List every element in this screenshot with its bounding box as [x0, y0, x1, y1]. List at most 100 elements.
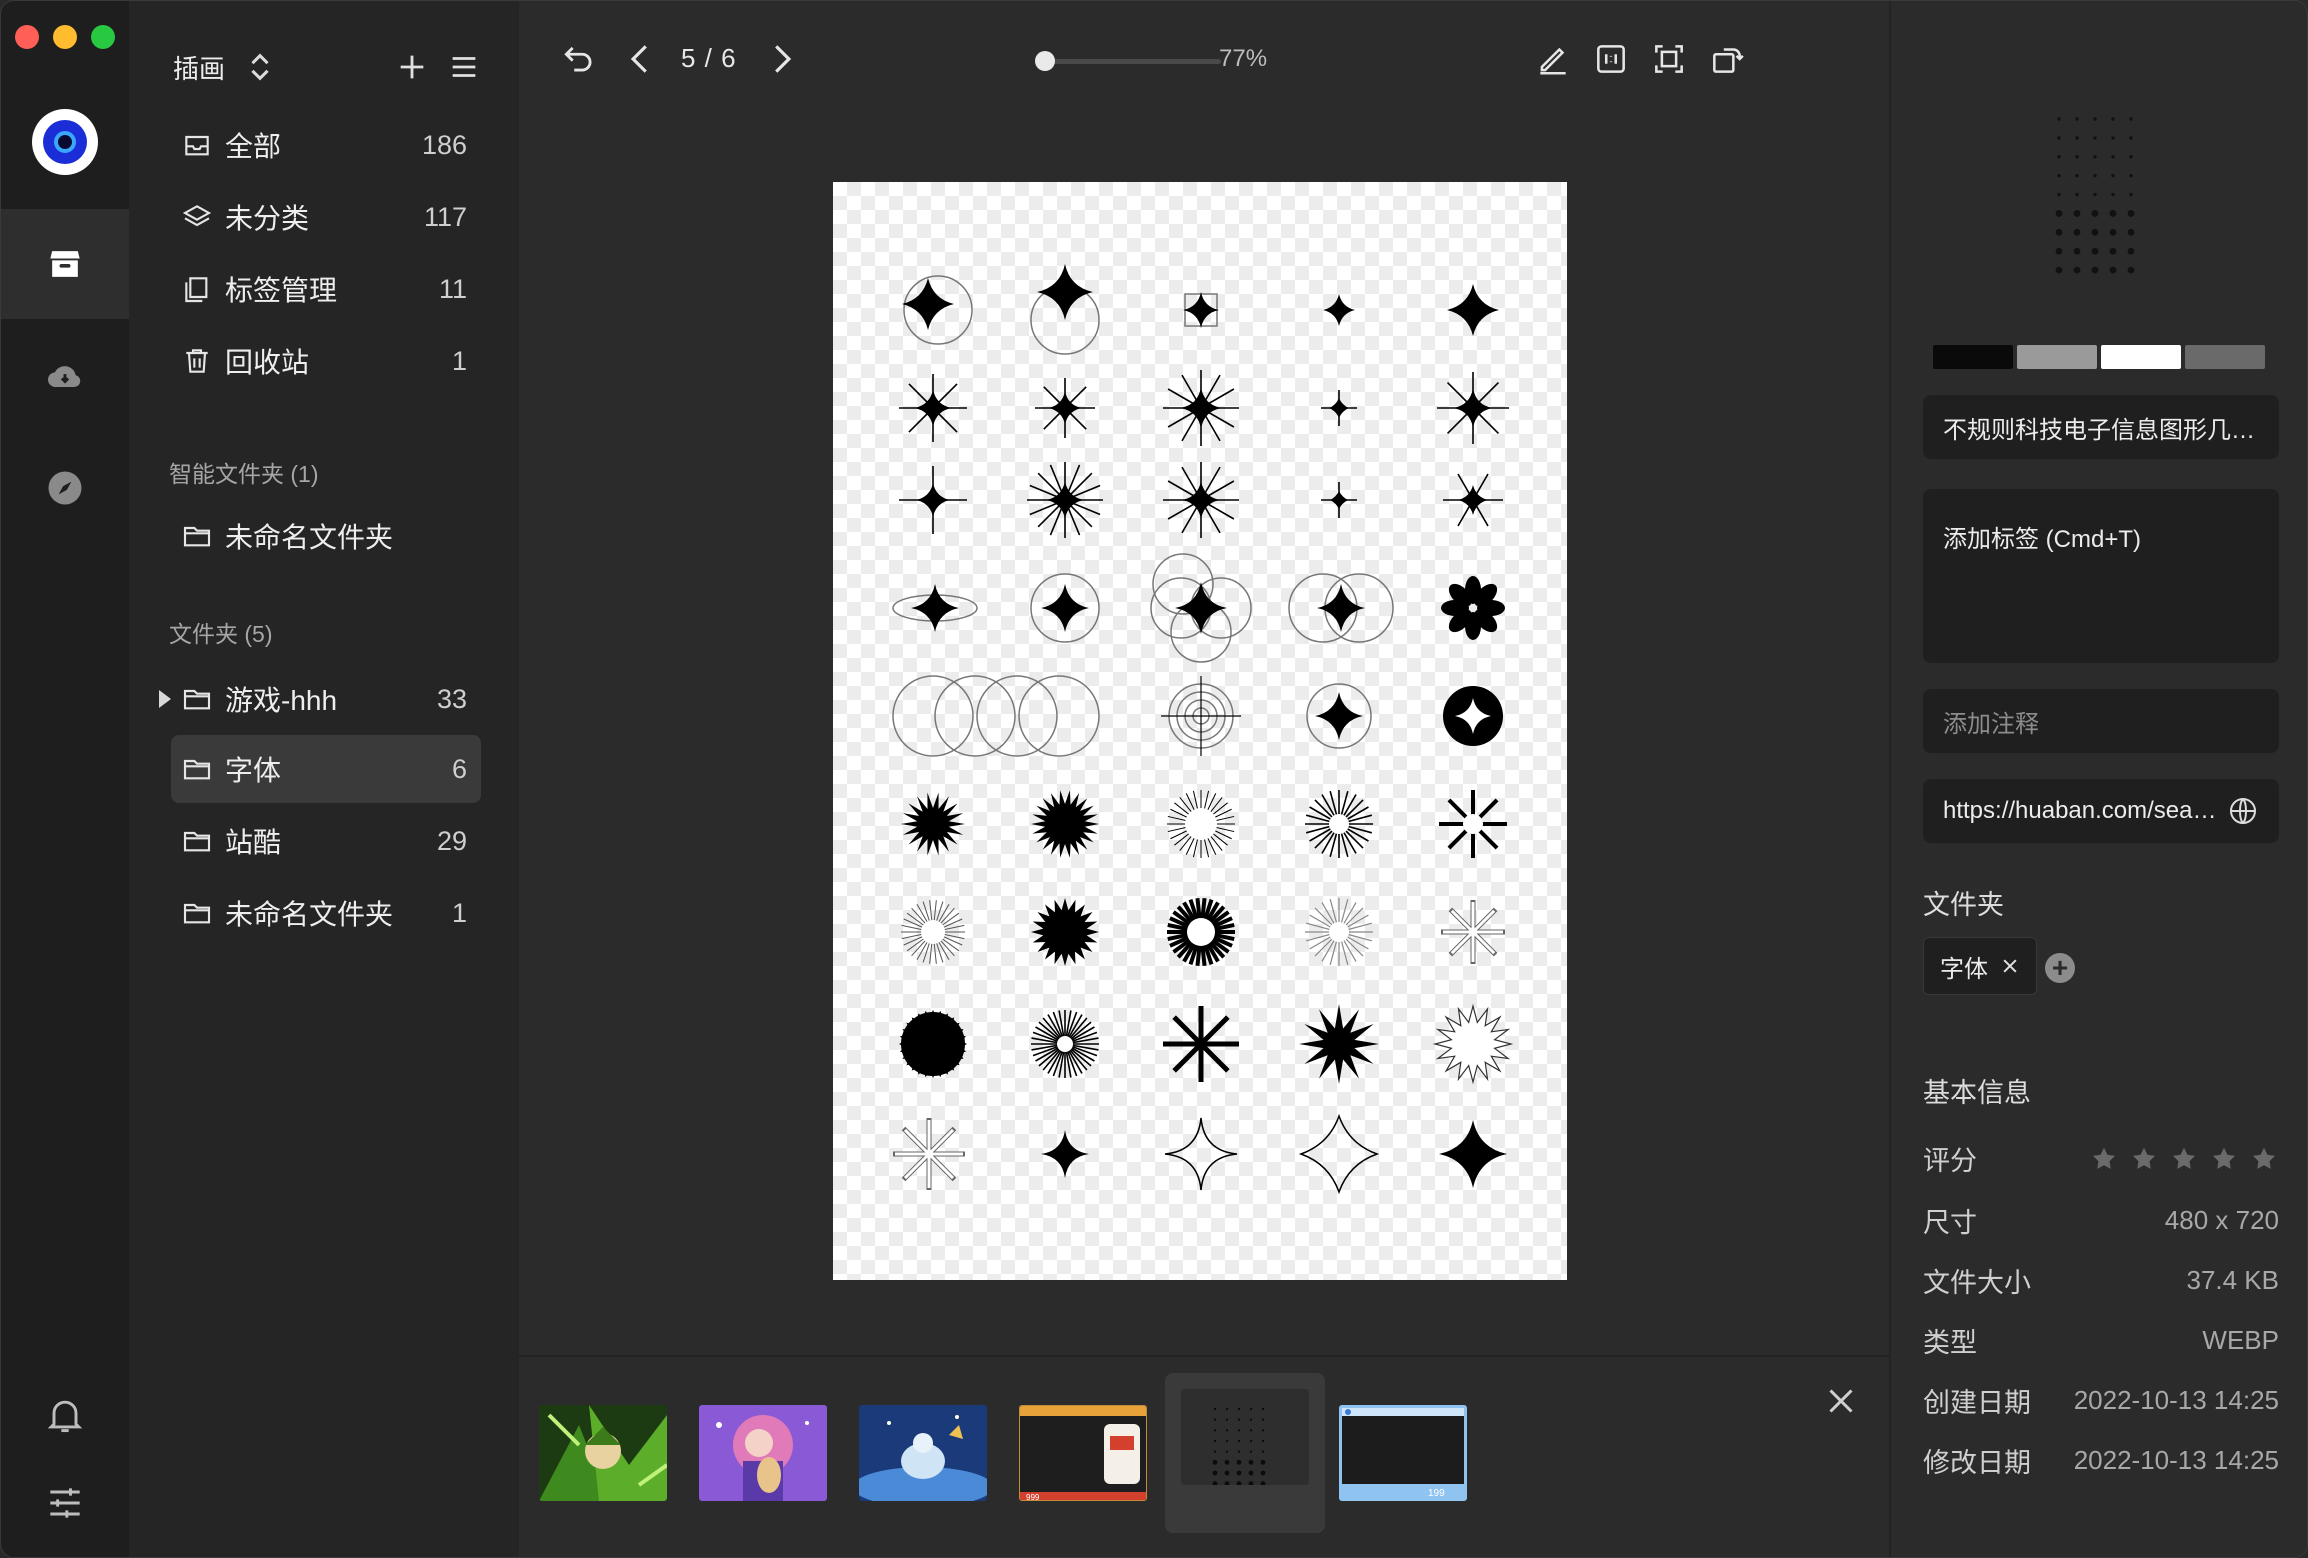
fit-screen-icon — [1655, 45, 1683, 73]
folder-item-game[interactable]: 游戏-hhh 33 — [171, 665, 481, 733]
folder-item-unnamed[interactable]: 未命名文件夹 1 — [171, 879, 481, 947]
color-swatch[interactable] — [2017, 345, 2097, 369]
type-row: 类型 WEBP — [1923, 1321, 2279, 1360]
library-header: 插画 — [173, 49, 481, 85]
thumbnail-3[interactable] — [859, 1405, 987, 1501]
sidebar-item-count: 33 — [436, 683, 467, 714]
sidebar-item-uncategorized[interactable]: 未分类 117 — [171, 183, 481, 251]
chevron-right-icon — [775, 45, 792, 73]
zoom-slider[interactable] — [1035, 51, 1221, 71]
viewer-toolbar: 5 / 6 77% — [519, 37, 1889, 87]
url-value: https://huaban.com/search?q=sparkle — [1943, 797, 2217, 824]
previous-button[interactable] — [619, 37, 663, 81]
size-row: 尺寸 480 x 720 — [1923, 1201, 2279, 1240]
sidebar-item-tags[interactable]: 标签管理 11 — [171, 255, 481, 323]
folders-heading[interactable]: 文件夹 (5) — [169, 615, 273, 649]
sidebar-item-all[interactable]: 全部 186 — [171, 111, 481, 179]
menu-icon[interactable] — [447, 50, 481, 84]
add-folder-icon[interactable]: + — [2045, 953, 2075, 983]
details-panel: 不规则科技电子信息图形几何装饰元素 添加标签 (Cmd+T) 添加注释 http… — [1889, 1, 2307, 1557]
sidebar-item-label: 未命名文件夹 — [225, 899, 394, 930]
created-value: 2022-10-13 14:25 — [2073, 1385, 2279, 1415]
zoom-slider-handle[interactable] — [1035, 51, 1055, 71]
remove-icon[interactable] — [2000, 956, 2020, 976]
sliders-icon — [50, 1488, 80, 1518]
thumbnail-4[interactable]: 999 — [1019, 1405, 1147, 1501]
cloud-icon — [48, 366, 81, 388]
undo-arrow-icon — [564, 46, 592, 72]
image-canvas[interactable] — [833, 182, 1567, 1280]
chevron-left-icon — [630, 45, 647, 73]
sidebar-item-label: 未命名文件夹 — [225, 522, 394, 553]
modified-label: 修改日期 — [1923, 1448, 2031, 1478]
sidebar-item-trash[interactable]: 回收站 1 — [171, 327, 481, 395]
thumbnail-5[interactable] — [1181, 1389, 1309, 1485]
sidebar-item-label: 回收站 — [225, 347, 310, 378]
notifications-button[interactable] — [1, 1373, 129, 1457]
preview-thumbnail[interactable] — [2043, 105, 2167, 301]
color-swatch[interactable] — [2101, 345, 2181, 369]
fit-screen-button[interactable] — [1647, 37, 1691, 81]
inbox-icon — [185, 135, 209, 156]
star-icon[interactable] — [2209, 1144, 2239, 1174]
thumbnail-6[interactable]: 199 — [1339, 1405, 1467, 1501]
next-button[interactable] — [759, 37, 803, 81]
star-icon[interactable] — [2169, 1144, 2199, 1174]
close-icon[interactable] — [1823, 1383, 1859, 1419]
color-swatch[interactable] — [2185, 345, 2265, 369]
actual-size-button[interactable] — [1589, 37, 1633, 81]
expand-triangle-icon[interactable] — [159, 690, 171, 708]
folder-icon — [183, 831, 211, 852]
close-window-button[interactable] — [15, 25, 39, 49]
add-icon[interactable] — [395, 50, 429, 84]
library-switcher[interactable]: 插画 — [173, 49, 225, 86]
thumbnail-1[interactable] — [539, 1405, 667, 1501]
thumbnail-2[interactable] — [699, 1405, 827, 1501]
color-palette — [1933, 345, 2265, 369]
note-field[interactable]: 添加注释 — [1923, 689, 2279, 753]
rating-stars[interactable] — [2089, 1144, 2279, 1174]
rotate-icon — [1713, 48, 1744, 73]
rating-row: 评分 — [1923, 1139, 2279, 1178]
explore-rail-button[interactable] — [1, 433, 129, 543]
smart-folder-item[interactable]: 未命名文件夹 — [171, 502, 481, 570]
rotate-button[interactable] — [1705, 37, 1749, 81]
chevron-updown-icon[interactable] — [243, 50, 277, 84]
zoom-window-button[interactable] — [91, 25, 115, 49]
edit-button[interactable] — [1531, 37, 1575, 81]
settings-button[interactable] — [1, 1461, 129, 1545]
modified-row: 修改日期 2022-10-13 14:25 — [1923, 1441, 2279, 1480]
star-icon[interactable] — [2089, 1144, 2119, 1174]
globe-icon[interactable] — [2227, 795, 2259, 827]
sidebar: 插画 全部 186 未分类 117 标签管理 11 回收站 1 智能文件夹 (1… — [129, 1, 519, 1557]
sidebar-item-count: 186 — [421, 129, 467, 160]
sparkle-artwork — [892, 264, 1514, 1195]
title-field[interactable]: 不规则科技电子信息图形几何装饰元素 — [1923, 395, 2279, 459]
back-button[interactable] — [557, 37, 601, 81]
cloud-rail-button[interactable] — [1, 321, 129, 431]
app-logo[interactable] — [32, 109, 98, 175]
sidebar-item-label: 未分类 — [225, 203, 310, 234]
folder-icon — [183, 759, 211, 780]
svg-text:999: 999 — [1026, 1493, 1040, 1501]
folder-chip[interactable]: 字体 — [1923, 937, 2037, 995]
url-field[interactable]: https://huaban.com/search?q=sparkle — [1923, 779, 2279, 843]
tags-field[interactable]: 添加标签 (Cmd+T) — [1923, 489, 2279, 663]
library-rail-button[interactable] — [1, 209, 129, 319]
svg-text:199: 199 — [1428, 1488, 1445, 1498]
sidebar-item-label: 字体 — [225, 755, 282, 786]
sidebar-item-label: 全部 — [225, 131, 282, 162]
star-icon[interactable] — [2249, 1144, 2279, 1174]
type-label: 类型 — [1923, 1328, 1977, 1358]
minimize-window-button[interactable] — [53, 25, 77, 49]
page-counter: 5 / 6 — [681, 43, 737, 73]
app-window: 插画 全部 186 未分类 117 标签管理 11 回收站 1 智能文件夹 (1… — [0, 0, 2308, 1558]
color-swatch[interactable] — [1933, 345, 2013, 369]
folder-item-zcool[interactable]: 站酷 29 — [171, 807, 481, 875]
size-label: 尺寸 — [1923, 1208, 1977, 1238]
star-icon[interactable] — [2129, 1144, 2159, 1174]
folder-item-font[interactable]: 字体 6 — [171, 735, 481, 803]
sidebar-item-count: 11 — [438, 273, 467, 304]
filesize-value: 37.4 KB — [2186, 1265, 2279, 1295]
smart-folders-heading[interactable]: 智能文件夹 (1) — [169, 455, 319, 489]
